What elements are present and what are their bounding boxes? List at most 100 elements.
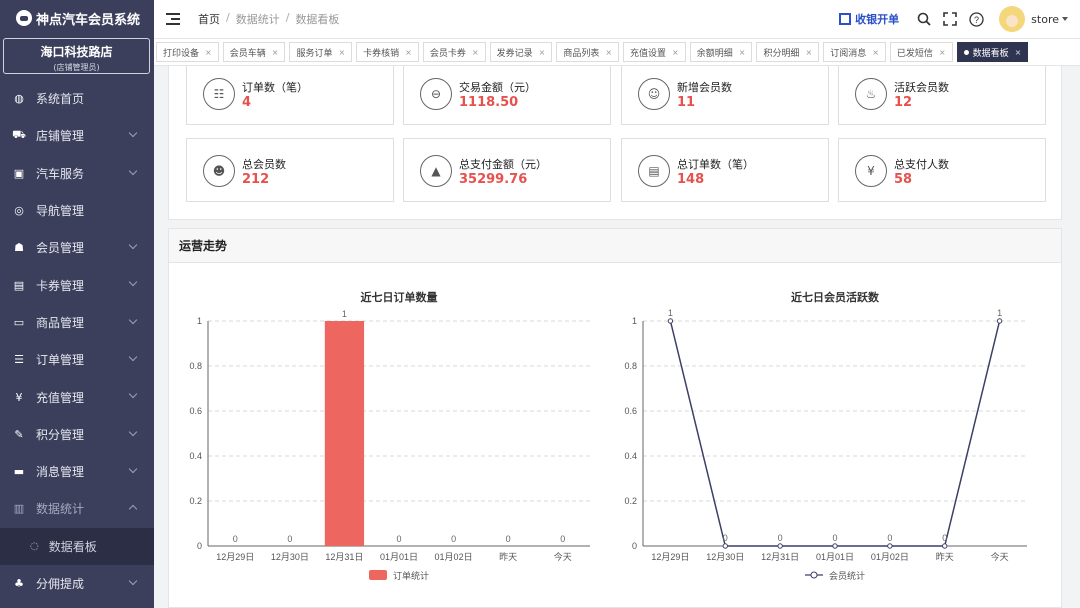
stat-value: 148 [677,172,705,187]
sitemap-icon: ♣ [14,576,24,590]
tab-10[interactable]: 订阅消息 × [823,42,886,62]
close-icon[interactable]: × [338,48,345,57]
sidebar-item-1[interactable]: ⛟ 店铺管理 [0,117,154,154]
close-icon[interactable]: × [939,48,946,57]
chevron-down-icon [128,427,138,436]
sidebar-item-last[interactable]: ♣ 分佣提成 [0,565,154,602]
tab-4[interactable]: 会员卡券 × [422,42,486,62]
store-selector[interactable]: 海口科技路店 (店铺管理员) [3,38,150,74]
cashier-button[interactable]: 收银开单 [839,11,899,27]
sidebar-item-6[interactable]: ▭ 商品管理 [0,304,154,341]
data-label: 0 [287,534,292,544]
tab-12[interactable]: 数据看板 × [956,42,1029,62]
stat-label: 总支付金额（元） [459,158,547,171]
tab-5[interactable]: 发券记录 × [489,42,553,62]
fullscreen-icon[interactable] [941,10,959,28]
tab-label: 订阅消息 [830,48,867,59]
stat-label: 总订单数（笔） [677,158,754,171]
sidebar-item-2[interactable]: ▣ 汽车服务 [0,155,154,192]
sidebar-item-9[interactable]: ✎ 积分管理 [0,416,154,453]
chevron-down-icon [128,166,138,175]
members-icon: ☻ [203,155,235,187]
x-tick-label: 01月01日 [380,552,418,562]
stat-card: ♨ 活跃会员数 12 [838,66,1046,125]
close-icon[interactable]: × [739,48,746,57]
tab-6[interactable]: 商品列表 × [556,42,620,62]
data-point [832,543,838,549]
main-content: ☷ 订单数（笔） 4 ⊖ 交易金额（元） 1118.50 ☺ 新增会员数 11 ♨ 活跃会员数 12 ☻… [154,66,1080,608]
sidebar-item-label: 汽车服务 [36,166,85,181]
tab-0[interactable]: 打印设备 × [156,42,219,62]
tab-8[interactable]: 余额明细 × [689,42,753,62]
stat-value: 12 [894,95,913,110]
top-bar: 首页 / 数据统计 / 数据看板 收银开单 ? store [154,0,1080,38]
tab-2[interactable]: 服务订单 × [289,42,353,62]
tab-label: 会员车辆 [229,48,266,59]
stat-card: ☻ 总会员数 212 [186,138,394,202]
search-icon[interactable] [915,10,933,28]
message-icon: ▬ [13,465,25,479]
legend-label: 会员统计 [829,570,865,581]
close-icon[interactable]: × [205,48,212,57]
close-icon[interactable]: × [272,48,279,57]
document-icon: ▤ [638,155,670,187]
menu-toggle-icon[interactable] [166,13,180,25]
user-avatar[interactable] [999,6,1026,32]
sidebar-item-label: 消息管理 [36,465,85,480]
x-tick-label: 01月02日 [435,552,473,562]
edit-icon: ✎ [14,427,24,441]
y-tick-label: 0.2 [624,496,637,506]
y-tick-label: 0.6 [624,406,637,416]
tab-label: 商品列表 [563,48,600,59]
stat-label: 总支付人数 [894,158,949,171]
close-icon[interactable]: × [672,48,679,57]
sidebar-item-0[interactable]: ◍ 系统首页 [0,80,154,117]
cart-icon: ⛟ [12,128,26,142]
app-logo[interactable]: 神点汽车会员系统 [0,0,154,36]
stat-value: 4 [242,95,252,110]
bar-chart-icon: ▥ [13,502,25,516]
chevron-down-icon [128,278,138,287]
sidebar-item-7[interactable]: ☰ 订单管理 [0,341,154,378]
breadcrumb-section[interactable]: 数据统计 [236,11,280,27]
tab-3[interactable]: 卡券核销 × [356,42,419,62]
sidebar-subitem-dashboard[interactable]: ◌ 数据看板 [0,527,154,565]
close-icon[interactable]: × [405,48,412,57]
sidebar-item-5[interactable]: ▤ 卡券管理 [0,266,154,303]
tab-11[interactable]: 已发短信 × [889,42,953,62]
tab-7[interactable]: 充值设置 × [623,42,686,62]
sidebar-item-11[interactable]: ▥ 数据统计 [0,490,154,527]
tab-bar: 打印设备 × 会员车辆 × 服务订单 × 卡券核销 × 会员卡券 × 发券记录 × 商品列表 × 充值设置 ×… [154,38,1080,66]
sidebar-item-8[interactable]: ¥ 充值管理 [0,378,154,415]
close-icon[interactable]: × [872,48,879,57]
close-icon[interactable]: × [539,48,546,57]
stat-value: 212 [242,172,270,187]
store-role: (店铺管理员) [53,63,100,72]
username[interactable]: store [1031,13,1059,26]
sidebar-item-10[interactable]: ▬ 消息管理 [0,453,154,490]
breadcrumb-home[interactable]: 首页 [198,11,220,27]
circle-check-icon: ◌ [30,540,39,552]
stat-value: 1118.50 [459,95,519,110]
sidebar-item-3[interactable]: ◎ 导航管理 [0,192,154,229]
stat-value: 35299.76 [459,172,528,187]
users-icon: ☗ [14,241,24,255]
chevron-down-icon [128,352,138,362]
x-tick-label: 12月30日 [706,552,744,562]
x-tick-label: 今天 [991,551,1009,562]
close-icon[interactable]: × [805,48,812,57]
tab-1[interactable]: 会员车辆 × [222,42,286,62]
help-icon[interactable]: ? [967,10,985,28]
tab-9[interactable]: 积分明细 × [756,42,820,62]
chevron-down-icon[interactable] [1062,17,1068,21]
sidebar-item-label: 卡券管理 [36,278,85,293]
tab-label: 充值设置 [630,48,667,59]
close-icon[interactable]: × [1015,48,1022,57]
chevron-down-icon [128,315,138,325]
stat-label: 交易金额（元） [459,81,536,94]
sidebar-item-4[interactable]: ☗ 会员管理 [0,229,154,266]
sidebar: 神点汽车会员系统 海口科技路店 (店铺管理员) ◍ 系统首页 ⛟ 店铺管理 ▣ 汽车服务 ◎… [0,0,154,608]
close-icon[interactable]: × [472,48,479,57]
y-tick-label: 0.2 [189,496,202,506]
close-icon[interactable]: × [605,48,612,57]
